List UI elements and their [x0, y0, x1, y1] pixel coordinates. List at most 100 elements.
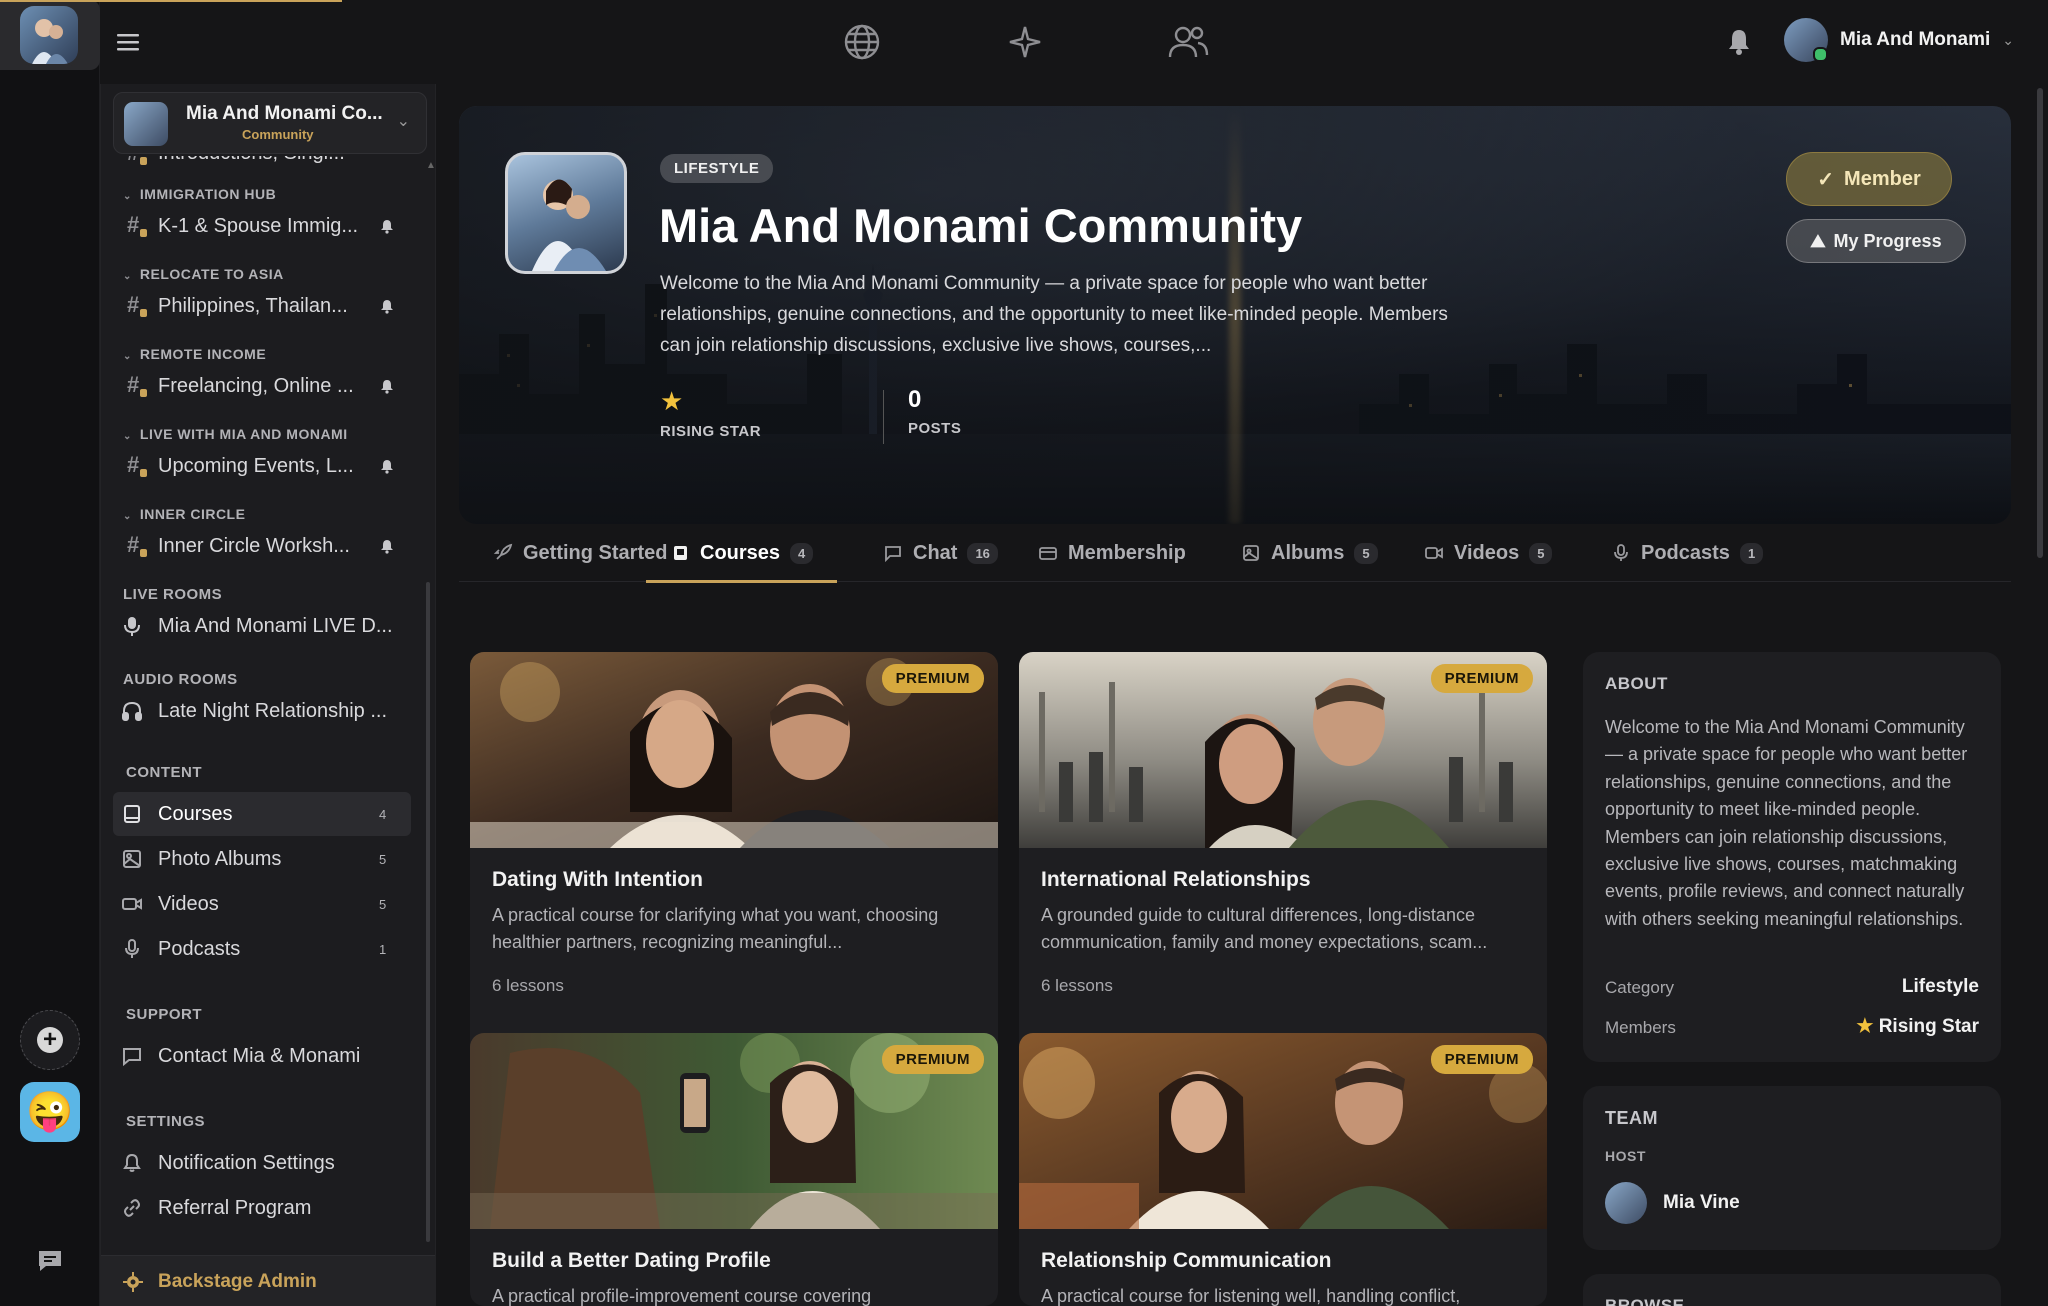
chat-bubble-icon [885, 546, 901, 563]
loading-progress-line [0, 0, 342, 2]
bell-icon[interactable] [379, 378, 395, 394]
backstage-admin-button[interactable]: Backstage Admin [101, 1255, 435, 1306]
check-icon: ✓ [1817, 168, 1835, 191]
category-label: INNER CIRCLE [139, 506, 246, 522]
sidebar-audio-room[interactable]: Late Night Relationship ... [101, 691, 421, 731]
user-menu[interactable]: Mia And Monami ⌄ [1784, 18, 2014, 62]
bell-icon[interactable] [379, 218, 395, 234]
plus-icon: + [37, 1027, 63, 1053]
sidebar-channel-label: Upcoming Events, L... [158, 454, 354, 477]
tab-videos[interactable]: Videos 5 [1424, 524, 1553, 582]
category-relocate-to-asia[interactable]: ⌄ RELOCATE TO ASIA [123, 266, 284, 282]
course-title: International Relationships [1041, 868, 1311, 891]
host-avatar[interactable] [1605, 1182, 1647, 1224]
sidebar-channel-upcoming-events[interactable]: # Upcoming Events, L... [101, 446, 421, 486]
sparkle-icon[interactable] [1003, 20, 1047, 64]
locked-hash-icon: # [127, 292, 148, 317]
tab-count: 4 [790, 542, 814, 564]
chevron-down-icon: ⌄ [396, 113, 410, 130]
sidebar-item-contact[interactable]: Contact Mia & Monami [101, 1036, 421, 1076]
sidebar-channel-k1-spouse[interactable]: # K-1 & Spouse Immig... [101, 206, 421, 246]
sidebar-item-podcasts[interactable]: Podcasts 1 [101, 929, 421, 969]
browse-heading: BROWSE [1605, 1296, 1685, 1306]
sidebar-channel-inner-circle-workshop[interactable]: # Inner Circle Worksh... [101, 526, 421, 566]
member-button-label: Member [1844, 167, 1921, 190]
course-card-dating-with-intention[interactable]: PREMIUM Dating With Intention A practica… [470, 652, 998, 1092]
emoji-avatar[interactable]: 😜 [20, 1082, 80, 1142]
member-button[interactable]: ✓ Member [1786, 152, 1952, 206]
rank-stat: ★ RISING STAR [660, 386, 761, 440]
course-description: A practical course for clarifying what y… [492, 905, 939, 952]
host-label: HOST [1605, 1148, 1646, 1164]
user-name: Mia And Monami [1840, 29, 1991, 50]
tab-membership[interactable]: Membership [1038, 524, 1186, 582]
notifications-bell-icon[interactable] [1724, 26, 1754, 56]
my-progress-button[interactable]: ⛰ My Progress [1786, 219, 1966, 263]
scroll-up-arrow[interactable]: ▲ [426, 160, 435, 171]
community-selector[interactable]: Mia And Monami Co... Community ⌄ [113, 92, 427, 154]
sidebar-scrollbar[interactable] [426, 582, 430, 1242]
sidebar-channel-philippines[interactable]: # Philippines, Thailan... [101, 286, 421, 326]
sidebar-item-count: 1 [379, 941, 387, 957]
team-heading: TEAM [1605, 1108, 1658, 1128]
sidebar-item-courses[interactable]: Courses 4 [101, 794, 421, 834]
menu-icon[interactable] [114, 28, 142, 56]
category-immigration-hub[interactable]: ⌄ IMMIGRATION HUB [123, 186, 276, 202]
bell-icon[interactable] [379, 298, 395, 314]
image-icon [1243, 545, 1259, 561]
tab-albums[interactable]: Albums 5 [1241, 524, 1378, 582]
link-icon [124, 1199, 140, 1217]
sidebar-item-notification-settings[interactable]: Notification Settings [101, 1143, 421, 1183]
community-hero-avatar [505, 152, 627, 274]
sidebar-item-label: Podcasts [158, 937, 241, 960]
members-label: Members [1605, 1018, 1676, 1037]
sidebar-item-count: 5 [379, 851, 387, 867]
course-card-build-a-better-dating-profile[interactable]: PREMIUM Build a Better Dating Profile A … [470, 1033, 998, 1306]
tab-label: Albums [1271, 541, 1345, 564]
course-description: A grounded guide to cultural differences… [1041, 905, 1488, 952]
community-switcher-active[interactable] [0, 0, 100, 70]
bell-icon[interactable] [379, 458, 395, 474]
tab-label: Membership [1068, 541, 1186, 564]
main-scrollbar[interactable] [2037, 88, 2043, 558]
course-card-relationship-communication[interactable]: PREMIUM Relationship Communication A pra… [1019, 1033, 1547, 1306]
tab-label: Podcasts [1641, 541, 1730, 564]
category-inner-circle[interactable]: ⌄ INNER CIRCLE [123, 506, 245, 522]
tab-courses[interactable]: Courses 4 [645, 524, 838, 583]
add-community-button[interactable]: + [20, 1010, 80, 1070]
tab-label: Videos [1454, 541, 1520, 564]
sidebar-item-count: 5 [379, 896, 387, 912]
sidebar-channel-label: Introductions, Singl... [158, 156, 345, 165]
chat-bubble-icon[interactable] [36, 1248, 64, 1274]
people-icon[interactable] [1166, 20, 1210, 64]
chevron-down-icon: ⌄ [123, 431, 132, 442]
my-progress-label: My Progress [1833, 230, 1942, 251]
community-tabs: Getting Started Courses 4 Chat 16 Member… [459, 524, 2011, 583]
tab-getting-started[interactable]: Getting Started [493, 524, 667, 582]
sidebar-channel-introductions[interactable]: # Introductions, Singl... [101, 156, 421, 174]
course-card-international-relationships[interactable]: PREMIUM International Relationships A gr… [1019, 652, 1547, 1092]
category-remote-income[interactable]: ⌄ REMOTE INCOME [123, 346, 266, 362]
gear-icon [123, 1272, 143, 1292]
image-icon [123, 850, 141, 868]
category-value: Lifestyle [1901, 976, 1979, 997]
star-icon: ★ [660, 386, 684, 416]
category-live-with-mia-and-monami[interactable]: ⌄ LIVE WITH MIA AND MONAMI [123, 426, 348, 442]
sidebar-live-room[interactable]: Mia And Monami LIVE D... [101, 606, 421, 646]
sidebar-item-photo-albums[interactable]: Photo Albums 5 [101, 839, 421, 879]
sidebar-item-videos[interactable]: Videos 5 [101, 884, 421, 924]
sidebar-item-referral-program[interactable]: Referral Program [101, 1188, 421, 1228]
bell-icon[interactable] [379, 538, 395, 554]
premium-badge: PREMIUM [881, 664, 984, 693]
sidebar-channel-list: # Introductions, Singl... ⌄ IMMIGRATION H… [101, 156, 421, 1246]
sidebar-channel-label: Philippines, Thailan... [158, 294, 348, 317]
host-name[interactable]: Mia Vine [1663, 1192, 1740, 1214]
tab-label: Chat [913, 541, 958, 564]
sidebar-channel-freelancing[interactable]: # Freelancing, Online ... [101, 366, 421, 406]
tab-podcasts[interactable]: Podcasts 1 [1611, 524, 1764, 582]
backstage-admin-label: Backstage Admin [158, 1271, 317, 1292]
tab-chat[interactable]: Chat 16 [883, 524, 998, 582]
globe-icon[interactable] [840, 20, 884, 64]
about-description: Welcome to the Mia And Monami Community … [1605, 717, 1968, 929]
locked-hash-icon: # [127, 372, 148, 397]
